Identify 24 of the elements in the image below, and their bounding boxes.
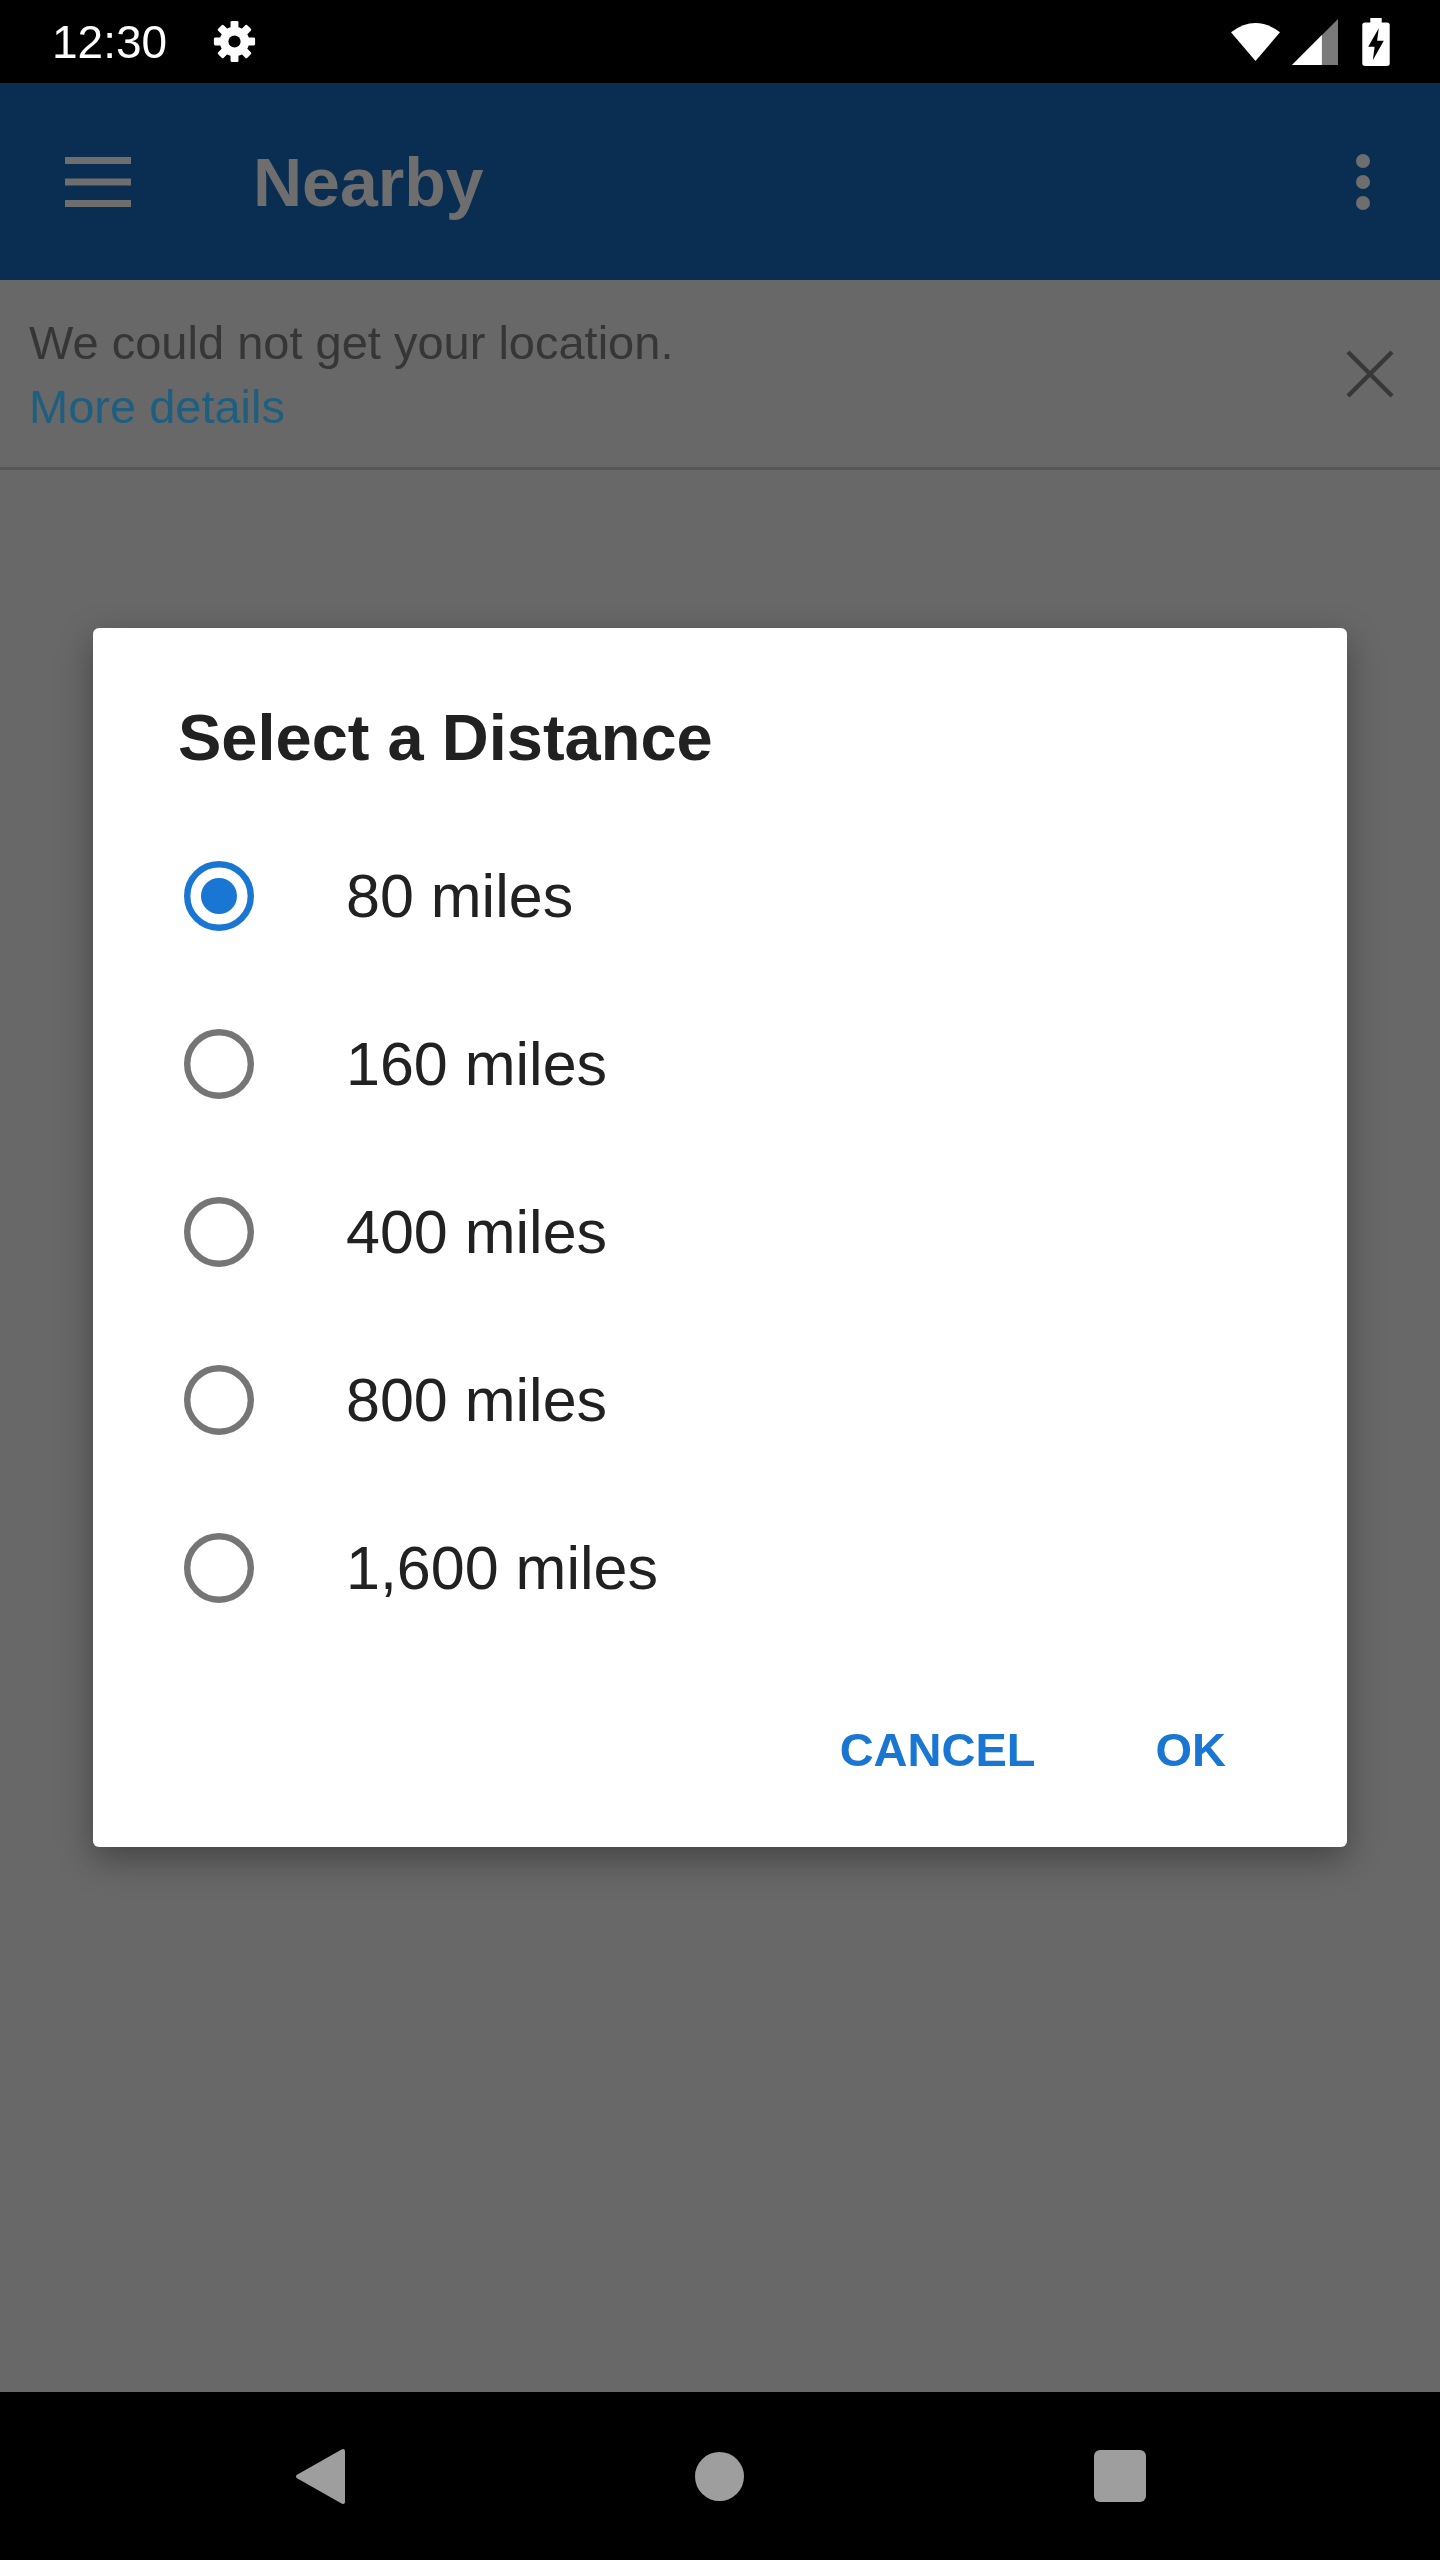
- clock-time: 12:30: [52, 14, 168, 70]
- recents-icon[interactable]: [1093, 2450, 1146, 2502]
- dialog-button[interactable]: CANCEL: [811, 1686, 1064, 1812]
- home-icon[interactable]: [694, 2451, 744, 2501]
- wifi-icon: [1231, 22, 1280, 61]
- back-icon[interactable]: [294, 2447, 345, 2505]
- battery-charging-icon: [1362, 17, 1390, 66]
- radio-button[interactable]: [184, 1197, 254, 1267]
- distance-option[interactable]: 160 miles: [184, 1029, 608, 1099]
- dialog-button[interactable]: OK: [1127, 1686, 1254, 1812]
- distance-option[interactable]: 1,600 miles: [184, 1533, 658, 1603]
- distance-option[interactable]: 80 miles: [184, 861, 574, 931]
- radio-button[interactable]: [184, 1533, 254, 1603]
- app-bar-title: Nearby: [253, 142, 484, 222]
- radio-button[interactable]: [184, 861, 254, 931]
- radio-button[interactable]: [184, 1029, 254, 1099]
- signal-icon: [1292, 18, 1338, 65]
- settings-icon: [213, 20, 257, 63]
- distance-option[interactable]: 400 miles: [184, 1197, 608, 1267]
- overflow-menu-icon[interactable]: [1356, 153, 1370, 210]
- radio-button[interactable]: [184, 1365, 254, 1435]
- dialog-title: Select a Distance: [178, 700, 713, 776]
- menu-icon[interactable]: [65, 156, 131, 207]
- distance-option[interactable]: 800 miles: [184, 1365, 608, 1435]
